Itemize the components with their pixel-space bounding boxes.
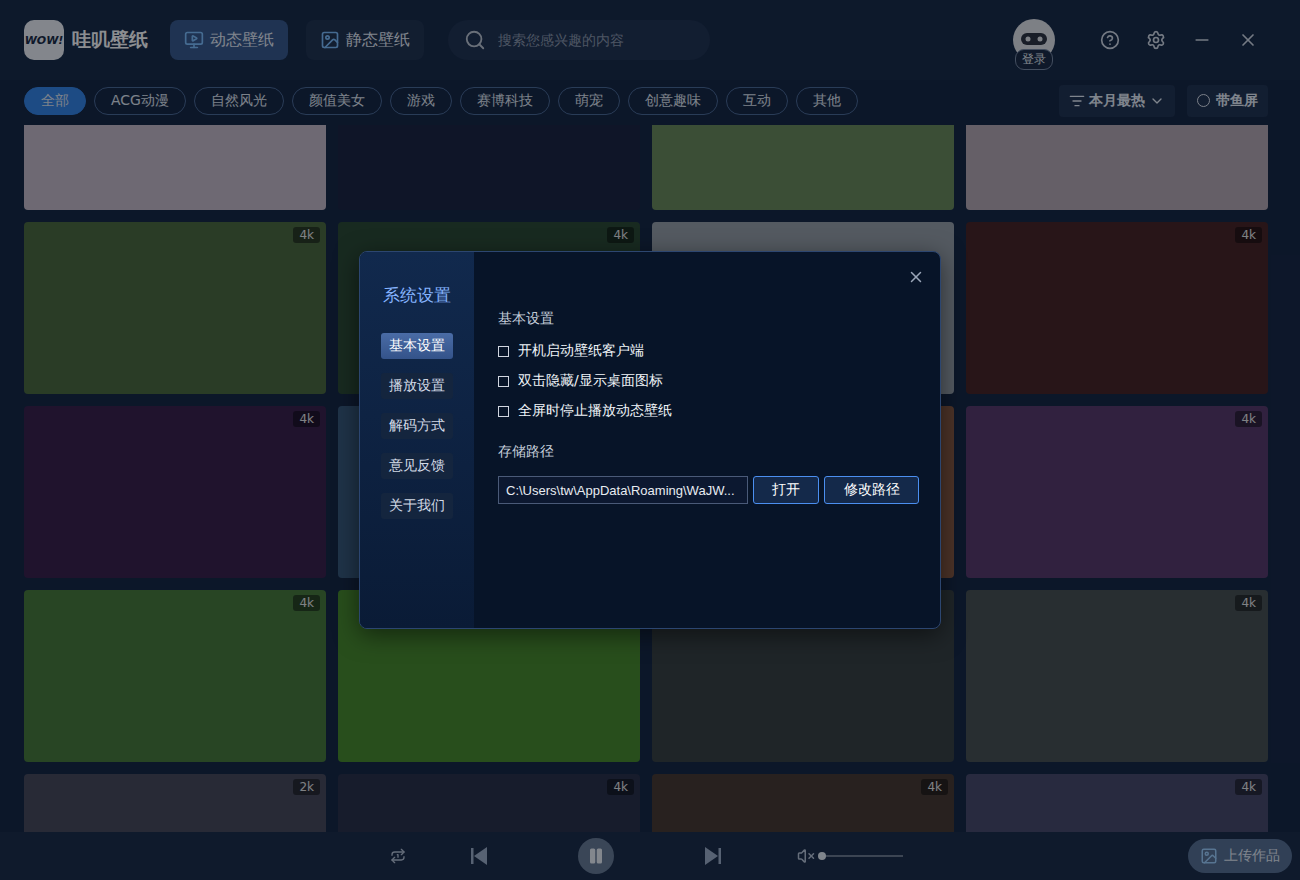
settings-nav-item[interactable]: 播放设置 — [381, 373, 453, 399]
checkbox[interactable] — [498, 346, 509, 357]
close-icon[interactable] — [907, 268, 925, 286]
section-title: 基本设置 — [498, 310, 919, 328]
checkbox[interactable] — [498, 376, 509, 387]
checkbox[interactable] — [498, 406, 509, 417]
checkbox-row[interactable]: 全屏时停止播放动态壁纸 — [498, 396, 919, 426]
storage-path-row: C:\Users\tw\AppData\Roaming\WaJW...打开修改路… — [498, 476, 919, 504]
checkbox-row[interactable]: 开机启动壁纸客户端 — [498, 336, 919, 366]
open-button[interactable]: 打开 — [753, 476, 819, 504]
settings-nav: 系统设置基本设置播放设置解码方式意见反馈关于我们 — [360, 252, 474, 628]
modal-overlay: 系统设置基本设置播放设置解码方式意见反馈关于我们基本设置开机启动壁纸客户端双击隐… — [0, 0, 1300, 880]
dialog-close-button[interactable] — [907, 268, 925, 286]
change-path-button[interactable]: 修改路径 — [824, 476, 919, 504]
settings-nav-item[interactable]: 关于我们 — [381, 493, 453, 519]
checkbox-row[interactable]: 双击隐藏/显示桌面图标 — [498, 366, 919, 396]
settings-nav-item[interactable]: 基本设置 — [381, 333, 453, 359]
dialog-title: 系统设置 — [383, 284, 451, 307]
storage-label: 存储路径 — [498, 443, 919, 461]
app-window: WOW!哇叽壁纸动态壁纸静态壁纸登录全部ACG动漫自然风光颜值美女游戏赛博科技萌… — [0, 0, 1300, 880]
settings-dialog: 系统设置基本设置播放设置解码方式意见反馈关于我们基本设置开机启动壁纸客户端双击隐… — [359, 251, 941, 629]
settings-content: 基本设置开机启动壁纸客户端双击隐藏/显示桌面图标全屏时停止播放动态壁纸存储路径 C… — [474, 252, 941, 628]
settings-nav-item[interactable]: 解码方式 — [381, 413, 453, 439]
settings-nav-item[interactable]: 意见反馈 — [381, 453, 453, 479]
storage-path-field[interactable]: C:\Users\tw\AppData\Roaming\WaJW... — [498, 476, 748, 504]
